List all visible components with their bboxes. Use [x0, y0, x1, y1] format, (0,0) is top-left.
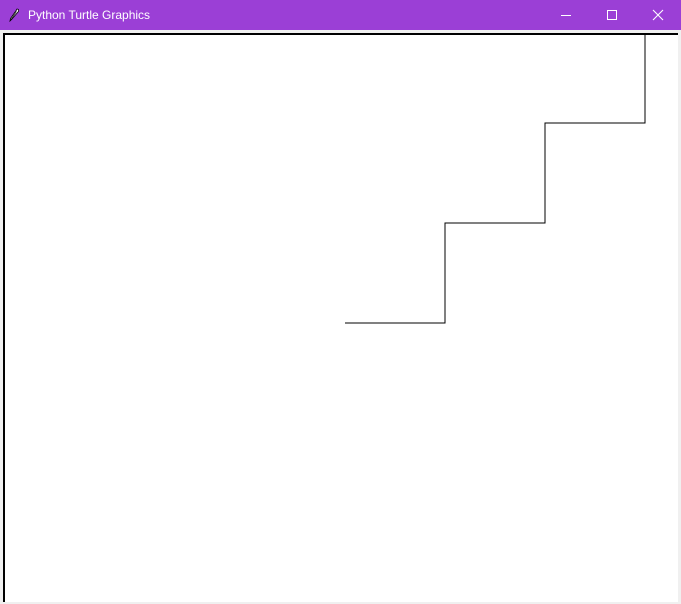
- maximize-icon: [607, 10, 617, 20]
- turtle-canvas[interactable]: [3, 33, 678, 602]
- staircase-path: [345, 35, 646, 324]
- close-button[interactable]: [635, 0, 681, 30]
- feather-pen-icon: [0, 0, 28, 30]
- window-title: Python Turtle Graphics: [28, 8, 151, 22]
- minimize-icon: [561, 15, 571, 16]
- close-icon: [652, 9, 664, 21]
- maximize-button[interactable]: [589, 0, 635, 30]
- turtle-drawing: [345, 35, 646, 324]
- turtle-graphics-window: Python Turtle Graphics: [0, 0, 681, 604]
- title-bar[interactable]: Python Turtle Graphics: [0, 0, 681, 30]
- minimize-button[interactable]: [543, 0, 589, 30]
- canvas-area: [0, 30, 681, 604]
